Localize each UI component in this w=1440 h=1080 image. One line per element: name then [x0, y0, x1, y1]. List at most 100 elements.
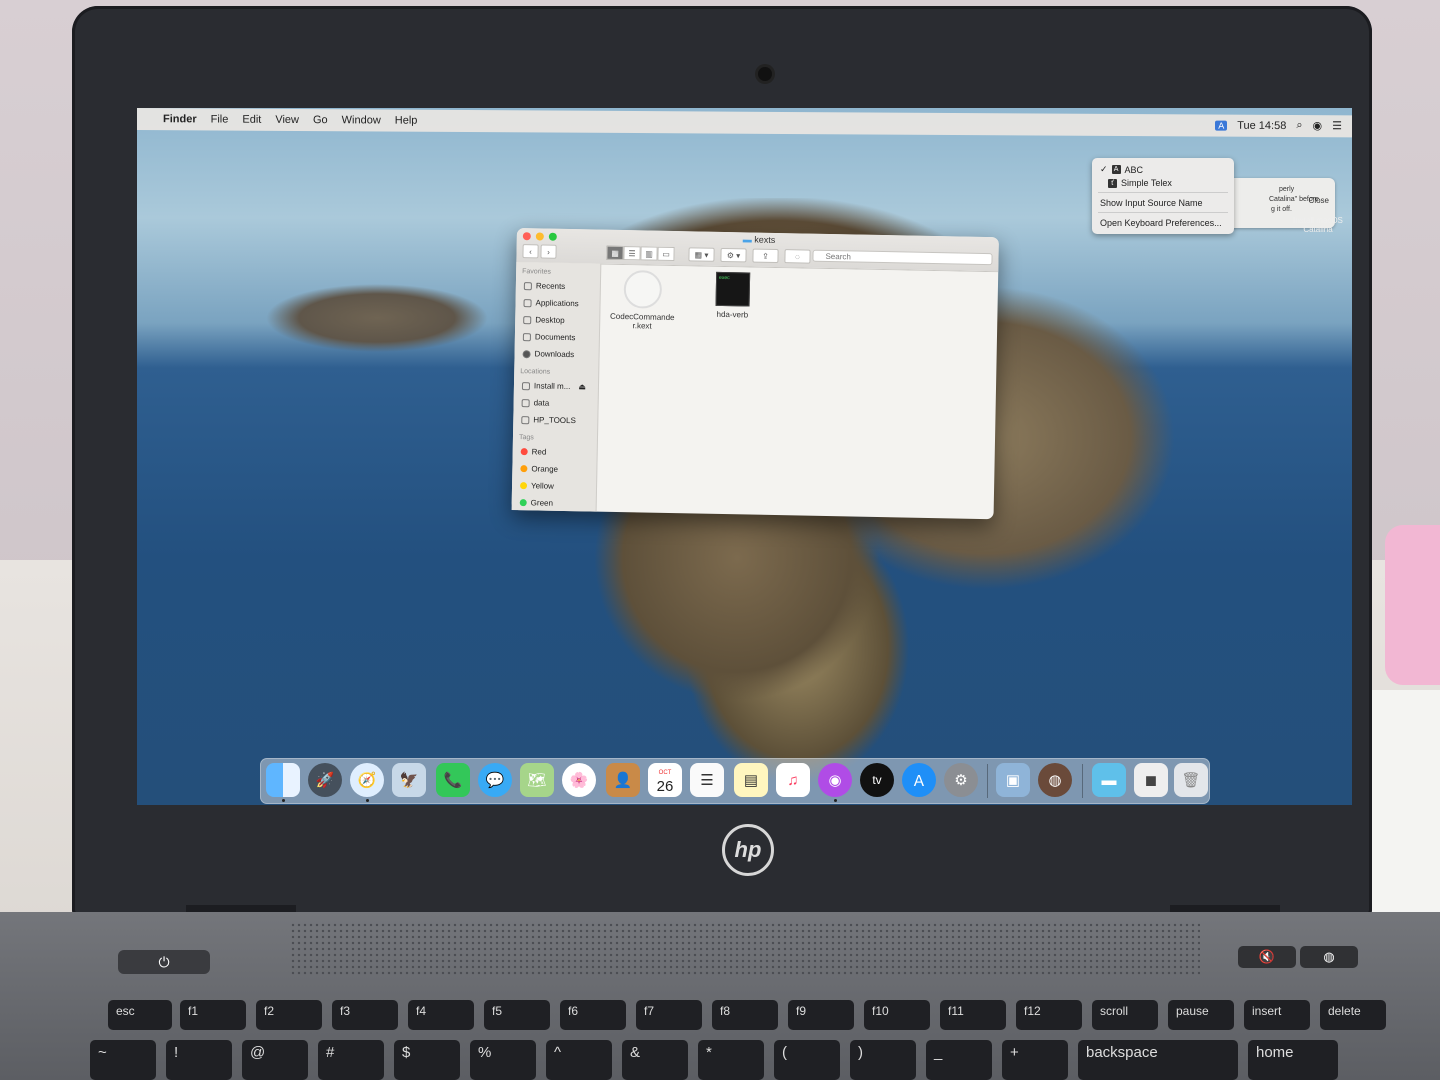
key-4[interactable]: $: [394, 1040, 460, 1080]
key-f5[interactable]: f5: [484, 1000, 550, 1030]
key-7[interactable]: &: [622, 1040, 688, 1080]
menu-item-simple-telex[interactable]: ť Simple Telex: [1108, 178, 1172, 188]
menu-window[interactable]: Window: [342, 114, 381, 126]
key-f9[interactable]: f9: [788, 1000, 854, 1030]
downloads-folder-icon[interactable]: ▬: [1092, 763, 1126, 797]
menu-item-abc[interactable]: ✓ A ABC: [1100, 164, 1143, 175]
key-f2[interactable]: f2: [256, 1000, 322, 1030]
eject-icon[interactable]: ⏏: [578, 382, 586, 391]
menu-file[interactable]: File: [211, 113, 229, 125]
action-gear-icon[interactable]: ⚙ ▾: [720, 247, 747, 263]
calendar-icon[interactable]: OCT 26: [648, 763, 682, 797]
back-button[interactable]: ‹: [522, 244, 539, 259]
music-note-icon[interactable]: ♫: [776, 763, 810, 797]
key-esc[interactable]: esc: [108, 1000, 172, 1030]
key-f7[interactable]: f7: [636, 1000, 702, 1030]
key-0[interactable]: ): [850, 1040, 916, 1080]
notification-center-icon[interactable]: ☰: [1332, 119, 1342, 132]
wireless-button[interactable]: ◍: [1300, 946, 1358, 968]
key-home[interactable]: home: [1248, 1040, 1338, 1080]
notification-close-button[interactable]: Close: [1309, 196, 1329, 205]
sidebar-item-install-volume[interactable]: Install m... ⏏: [514, 377, 598, 396]
column-view-button[interactable]: ▥: [640, 246, 658, 261]
key-f6[interactable]: f6: [560, 1000, 626, 1030]
menu-finder[interactable]: Finder: [163, 113, 197, 125]
key-tilde[interactable]: ~: [90, 1040, 156, 1080]
notes-icon[interactable]: ▤: [734, 763, 768, 797]
share-button[interactable]: ⇪: [752, 248, 779, 264]
sidebar-tag-orange[interactable]: Orange: [512, 460, 596, 479]
file-item-hda-verb[interactable]: exec hda-verb: [697, 271, 768, 332]
siri-icon[interactable]: ◉: [1313, 119, 1323, 132]
spotlight-search-icon[interactable]: ⌕: [1296, 119, 1302, 132]
key-1[interactable]: !: [166, 1040, 232, 1080]
apple-tv-icon[interactable]: tv: [860, 763, 894, 797]
sidebar-item-applications[interactable]: Applications: [515, 294, 599, 313]
trash-icon[interactable]: 🗑: [1174, 763, 1208, 797]
menu-go[interactable]: Go: [313, 114, 328, 126]
key-f1[interactable]: f1: [180, 1000, 246, 1030]
installer-icon[interactable]: ◍: [1038, 763, 1072, 797]
key-scroll[interactable]: scroll: [1092, 1000, 1158, 1030]
group-button[interactable]: ▦ ▾: [688, 247, 715, 262]
key-f12[interactable]: f12: [1016, 1000, 1082, 1030]
sidebar-item-recents[interactable]: Recents: [516, 277, 600, 296]
menu-help[interactable]: Help: [395, 115, 418, 127]
launchpad-rocket-icon[interactable]: 🚀: [308, 763, 342, 797]
menu-edit[interactable]: Edit: [242, 114, 261, 126]
tag-button[interactable]: ◌: [784, 249, 811, 264]
key-f10[interactable]: f10: [864, 1000, 930, 1030]
input-source-icon[interactable]: A: [1215, 120, 1228, 131]
messages-bubble-icon[interactable]: 💬: [478, 763, 512, 797]
forward-button[interactable]: ›: [540, 244, 557, 259]
gallery-view-button[interactable]: ▭: [657, 246, 675, 262]
sidebar-tag-yellow[interactable]: Yellow: [512, 477, 596, 496]
key-f11[interactable]: f11: [940, 1000, 1006, 1030]
podcasts-icon[interactable]: ◉: [818, 763, 852, 797]
key-2[interactable]: @: [242, 1040, 308, 1080]
menu-item-show-source-name[interactable]: Show Input Source Name: [1100, 198, 1203, 208]
key-pause[interactable]: pause: [1168, 1000, 1234, 1030]
key-f4[interactable]: f4: [408, 1000, 474, 1030]
key-delete[interactable]: delete: [1320, 1000, 1386, 1030]
finder-dock-icon[interactable]: [266, 763, 300, 797]
sidebar-item-data[interactable]: data: [513, 394, 597, 413]
menu-item-keyboard-prefs[interactable]: Open Keyboard Preferences...: [1100, 218, 1222, 228]
disk-image-icon[interactable]: ◼: [1134, 763, 1168, 797]
photos-flower-icon[interactable]: 🌸: [562, 763, 596, 797]
key-8[interactable]: *: [698, 1040, 764, 1080]
system-preferences-gear-icon[interactable]: ⚙: [944, 763, 978, 797]
list-view-button[interactable]: ☰: [623, 246, 641, 261]
mute-button[interactable]: 🔇: [1238, 946, 1296, 968]
safari-compass-icon[interactable]: 🧭: [350, 763, 384, 797]
key-plus[interactable]: +: [1002, 1040, 1068, 1080]
key-backspace[interactable]: backspace: [1078, 1040, 1238, 1080]
app-store-icon[interactable]: Ａ: [902, 763, 936, 797]
menu-view[interactable]: View: [275, 114, 299, 126]
key-6[interactable]: ^: [546, 1040, 612, 1080]
zoom-window-button[interactable]: [548, 232, 557, 241]
search-input[interactable]: [812, 249, 993, 266]
key-f3[interactable]: f3: [332, 1000, 398, 1030]
preview-icon[interactable]: ▣: [996, 763, 1030, 797]
sidebar-tag-red[interactable]: Red: [513, 443, 597, 462]
key-minus[interactable]: _: [926, 1040, 992, 1080]
key-f8[interactable]: f8: [712, 1000, 778, 1030]
facetime-camera-icon[interactable]: 📞: [436, 763, 470, 797]
sidebar-item-documents[interactable]: Documents: [515, 328, 599, 347]
icon-view-button[interactable]: ▦: [606, 245, 624, 261]
minimize-window-button[interactable]: [535, 232, 544, 241]
file-item-codeccommander[interactable]: CodecCommande r.kext: [607, 270, 678, 331]
maps-icon[interactable]: 🗺: [520, 763, 554, 797]
sidebar-item-hp-tools[interactable]: HP_TOOLS: [513, 411, 597, 430]
sidebar-item-desktop[interactable]: Desktop: [515, 311, 599, 330]
key-insert[interactable]: insert: [1244, 1000, 1310, 1030]
mail-stamp-icon[interactable]: 🦅: [392, 763, 426, 797]
sidebar-item-downloads[interactable]: Downloads: [514, 345, 598, 364]
power-button[interactable]: ⏻: [118, 950, 210, 974]
menubar-clock[interactable]: Tue 14:58: [1237, 119, 1286, 131]
close-window-button[interactable]: [522, 232, 531, 241]
reminders-list-icon[interactable]: ☰: [690, 763, 724, 797]
desktop-installer-icon[interactable]: Install macOS Catalina: [1283, 216, 1352, 234]
key-3[interactable]: #: [318, 1040, 384, 1080]
